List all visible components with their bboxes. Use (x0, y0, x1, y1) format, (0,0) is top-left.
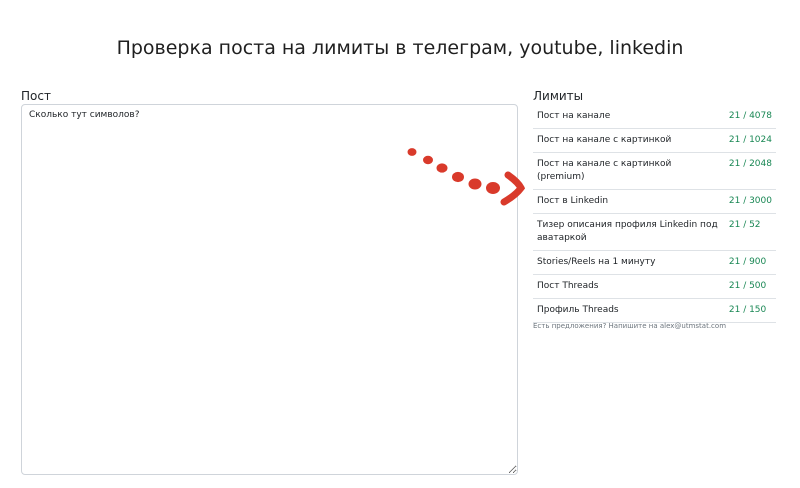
limit-value: 21 / 500 (728, 281, 767, 291)
limit-row: Пост Threads 21 / 500 (533, 275, 776, 299)
limit-name: Пост Threads (537, 281, 599, 291)
limit-row: Тизер описания профиля Linkedin под ават… (533, 214, 776, 251)
limit-name: Пост на канале (537, 111, 611, 121)
post-textarea[interactable] (21, 104, 518, 475)
limit-value: 21 / 150 (728, 305, 767, 315)
limit-row: Пост на канале с картинкой 21 / 1024 (533, 129, 776, 153)
limit-row: Профиль Threads 21 / 150 (533, 299, 776, 323)
limit-value: 21 / 900 (728, 257, 767, 267)
limit-name: Пост на канале с картинкой (premium) (537, 159, 672, 182)
limit-name: Stories/Reels на 1 минуту (537, 257, 656, 267)
limit-name: Тизер описания профиля Linkedin под ават… (537, 220, 718, 243)
post-label: Пост (21, 89, 51, 103)
limit-name: Пост в Linkedin (537, 196, 609, 206)
limit-row: Пост в Linkedin 21 / 3000 (533, 190, 776, 214)
footer-note: Есть предложения? Напишите на alex@utmst… (533, 322, 727, 330)
limit-value: 21 / 2048 (728, 159, 772, 169)
limit-row: Пост на канале с картинкой (premium) 21 … (533, 153, 776, 190)
limits-label: Лимиты (533, 89, 584, 103)
limit-name: Пост на канале с картинкой (537, 135, 672, 145)
limit-value: 21 / 1024 (728, 135, 772, 145)
limits-table: Пост на канале 21 / 4078 Пост на канале … (533, 105, 776, 323)
limit-row: Stories/Reels на 1 минуту 21 / 900 (533, 251, 776, 275)
limit-value: 21 / 4078 (728, 111, 772, 121)
limit-name: Профиль Threads (537, 305, 619, 315)
limit-value: 21 / 3000 (728, 196, 772, 206)
page-title: Проверка поста на лимиты в телеграм, you… (116, 36, 684, 59)
limit-row: Пост на канале 21 / 4078 (533, 105, 776, 129)
limit-value: 21 / 52 (728, 220, 761, 230)
